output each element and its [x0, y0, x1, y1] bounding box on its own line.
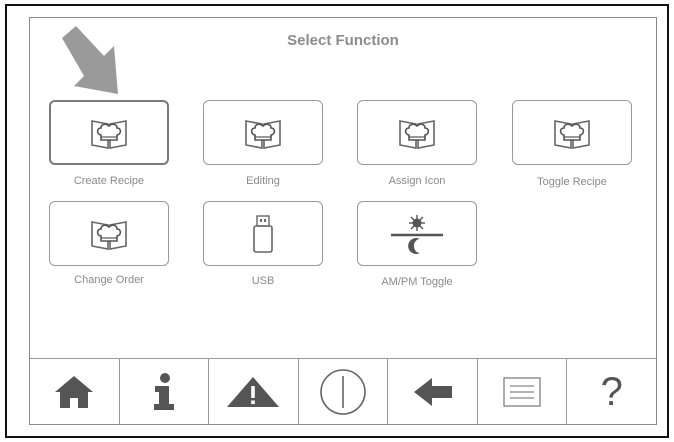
editing-label: Editing — [246, 175, 280, 187]
menu-button[interactable] — [478, 359, 568, 425]
am-pm-toggle-label: AM/PM Toggle — [381, 276, 453, 288]
change-order-button[interactable] — [49, 201, 169, 266]
chef-book-icon — [245, 119, 281, 149]
home-button[interactable] — [30, 359, 120, 425]
pointer-arrow-icon — [62, 26, 118, 94]
create-recipe-label: Create Recipe — [73, 175, 145, 187]
toggle-recipe-label: Toggle Recipe — [537, 176, 607, 188]
bottom-navbar: ? — [30, 358, 656, 425]
home-icon — [55, 376, 94, 408]
toggle-recipe-button[interactable] — [512, 100, 632, 165]
assign-icon-label: Assign Icon — [388, 175, 446, 187]
menu-list-icon — [503, 377, 541, 407]
back-arrow-icon — [413, 378, 452, 406]
power-button[interactable] — [299, 359, 389, 425]
usb-drive-icon — [253, 214, 273, 253]
help-icon: ? — [600, 369, 623, 414]
warning-icon — [227, 377, 280, 407]
am-pm-toggle-button[interactable] — [357, 201, 477, 266]
change-order-label: Change Order — [74, 274, 144, 286]
info-button[interactable] — [120, 359, 210, 425]
chef-book-icon — [554, 119, 590, 149]
help-button[interactable]: ? — [567, 359, 656, 425]
touch-screen: Select Function Create Recipe Editing As… — [29, 17, 657, 425]
create-recipe-button[interactable] — [49, 100, 169, 165]
sun-moon-icon — [391, 214, 443, 254]
power-icon — [320, 369, 366, 415]
chef-book-icon — [91, 119, 127, 149]
info-icon — [153, 373, 174, 410]
assign-icon-button[interactable] — [357, 100, 477, 165]
usb-label: USB — [251, 275, 275, 287]
chef-book-icon — [91, 220, 127, 250]
editing-button[interactable] — [203, 100, 323, 165]
back-button[interactable] — [388, 359, 478, 425]
warning-button[interactable] — [209, 359, 299, 425]
chef-book-icon — [399, 119, 435, 149]
usb-button[interactable] — [203, 201, 323, 266]
